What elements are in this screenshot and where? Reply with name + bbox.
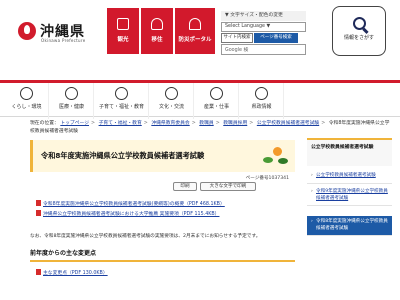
breadcrumb-link[interactable]: 子育て・福祉・教育 <box>99 121 142 126</box>
catnav-item-medical[interactable]: 医療・健康 <box>50 83 94 119</box>
language-select[interactable]: Select Language ▼ <box>221 22 306 32</box>
breadcrumb-link[interactable]: 沖縄県教育委員会 <box>151 121 189 126</box>
breadcrumb-prefix: 現在の位置： <box>30 121 59 126</box>
leaf-icon <box>20 87 33 100</box>
building-icon <box>255 87 268 100</box>
quick-link-migration[interactable]: 移住 <box>141 8 173 54</box>
catnav-label: 医療・健康 <box>58 104 84 110</box>
pdf-icon <box>36 210 41 216</box>
main-content: 令和8年度実施沖縄県公立学校教員候補者選考試験 ページ番号1037341 印刷 … <box>30 140 295 300</box>
site-header: 沖縄県 Okinawa Prefecture 観光 移住 防災ポータル ▼ 文字… <box>0 0 400 62</box>
quick-link-label: 観光 <box>117 37 129 43</box>
file-link-recommendation[interactable]: 沖縄県公立学校教員候補者選考試験における大学推薦 実施要項（PDF 115.4K… <box>36 210 219 217</box>
page-number-search-tab[interactable]: ページ番号検索 <box>254 33 298 43</box>
sidebar-item[interactable]: 公立学校教員候補者選考試験 <box>307 170 392 184</box>
family-icon <box>115 87 128 100</box>
page-number: ページ番号1037341 <box>245 176 289 181</box>
section-heading: 前年度からの主な変更点 <box>30 248 295 262</box>
breadcrumb-link[interactable]: トップページ <box>60 121 89 126</box>
catnav-item-child-welfare[interactable]: 子育て・福祉・教育 <box>95 83 149 119</box>
breadcrumb-link[interactable]: 教職員採用 <box>223 121 247 126</box>
sidebar: 公立学校教員候補者選考試験 公立学校教員候補者選考試験 令和9年度実施沖縄県公立… <box>307 138 392 300</box>
print-button[interactable]: 印刷 <box>173 182 197 191</box>
catnav-item-government[interactable]: 県政情報 <box>240 83 284 119</box>
camera-icon <box>117 18 129 30</box>
catnav-label: 子育て・福祉・教育 <box>98 104 144 110</box>
breadcrumb-separator: > <box>215 121 220 126</box>
culture-icon <box>165 87 178 100</box>
breadcrumb-separator: > <box>249 121 254 126</box>
site-search-tab[interactable]: サイト内検索 <box>221 33 253 43</box>
breadcrumb-separator: > <box>91 121 96 126</box>
hibiscus-decoration-icon <box>263 145 289 167</box>
leaf-icon <box>278 158 288 164</box>
header-spacer <box>0 64 400 80</box>
catnav-item-culture[interactable]: 文化・交流 <box>150 83 194 119</box>
file-link-label: 沖縄県公立学校教員候補者選考試験における大学推薦 実施要項（PDF 115.4K… <box>43 212 220 217</box>
sidebar-heading: 公立学校教員候補者選考試験 <box>307 138 392 166</box>
quick-link-disaster-portal[interactable]: 防災ポータル <box>175 8 215 54</box>
medical-icon <box>65 87 78 100</box>
breadcrumb-separator: > <box>321 121 326 126</box>
sidebar-item[interactable]: 令和9年度実施沖縄県公立学校教員候補者選考試験 <box>307 186 392 206</box>
airplane-icon <box>151 18 163 30</box>
breadcrumb: 現在の位置： トップページ > 子育て・福祉・教育 > 沖縄県教育委員会 > 教職員 >… <box>30 120 390 136</box>
file-link-label: 令和8年度実施沖縄県公立学校教員候補者選考試験(要綱等)の概要（PDF 468.… <box>43 202 225 207</box>
site-logo-roman: Okinawa Prefecture <box>41 38 86 43</box>
file-link-label: 主な変更点（PDF 130.0KB） <box>43 271 108 276</box>
catnav-label: 県政情報 <box>251 104 272 110</box>
search-info-button[interactable]: 情報をさがす <box>332 6 386 56</box>
pdf-icon <box>36 200 41 206</box>
catnav-label: 産業・仕事 <box>203 104 229 110</box>
quick-link-tourism[interactable]: 観光 <box>107 8 139 54</box>
catnav-item-industry[interactable]: 産業・仕事 <box>195 83 239 119</box>
breadcrumb-separator: > <box>143 121 148 126</box>
print-large-text-button[interactable]: 大きな文字で印刷 <box>200 182 256 191</box>
text-size-color-toggle[interactable]: ▼ 文字サイズ・配色の変更 <box>221 11 306 21</box>
sidebar-item-active[interactable]: 令和8年度実施沖縄県公立学校教員候補者選考試験 <box>307 216 392 236</box>
bell-icon <box>189 18 201 30</box>
page-title-box: 令和8年度実施沖縄県公立学校教員候補者選考試験 <box>30 140 295 172</box>
search-input[interactable] <box>221 44 306 55</box>
breadcrumb-link[interactable]: 公立学校教員候補者選考試験 <box>257 121 319 126</box>
file-link-outline[interactable]: 令和8年度実施沖縄県公立学校教員候補者選考試験(要綱等)の概要（PDF 468.… <box>36 200 225 207</box>
pdf-icon <box>36 269 41 275</box>
search-icon <box>352 17 366 30</box>
breadcrumb-separator: > <box>191 121 196 126</box>
catnav-label: 文化・交流 <box>158 104 184 110</box>
catnav-item-living[interactable]: くらし・環境 <box>5 83 49 119</box>
notice-text: なお、令和8年度実施沖縄県公立学校教員候補者選考試験の実施要項は、2月末までにお… <box>30 234 261 239</box>
catnav-label: くらし・環境 <box>11 104 42 110</box>
page-title: 令和8年度実施沖縄県公立学校教員候補者選考試験 <box>41 151 205 160</box>
header-settings: ▼ 文字サイズ・配色の変更 Select Language ▼ サイト内検索 ペ… <box>221 11 306 59</box>
flower-icon <box>273 147 282 156</box>
quick-link-label: 移住 <box>151 37 163 43</box>
quick-link-label: 防災ポータル <box>178 37 212 43</box>
file-link-changes[interactable]: 主な変更点（PDF 130.0KB） <box>36 269 108 276</box>
search-info-label: 情報をさがす <box>343 35 374 41</box>
breadcrumb-link[interactable]: 教職員 <box>199 121 213 126</box>
leaf-icon <box>263 157 273 163</box>
prefecture-logo-icon[interactable] <box>18 22 36 40</box>
category-nav: くらし・環境 医療・健康 子育て・福祉・教育 文化・交流 産業・仕事 県政情報 <box>0 80 400 119</box>
industry-icon <box>210 87 223 100</box>
